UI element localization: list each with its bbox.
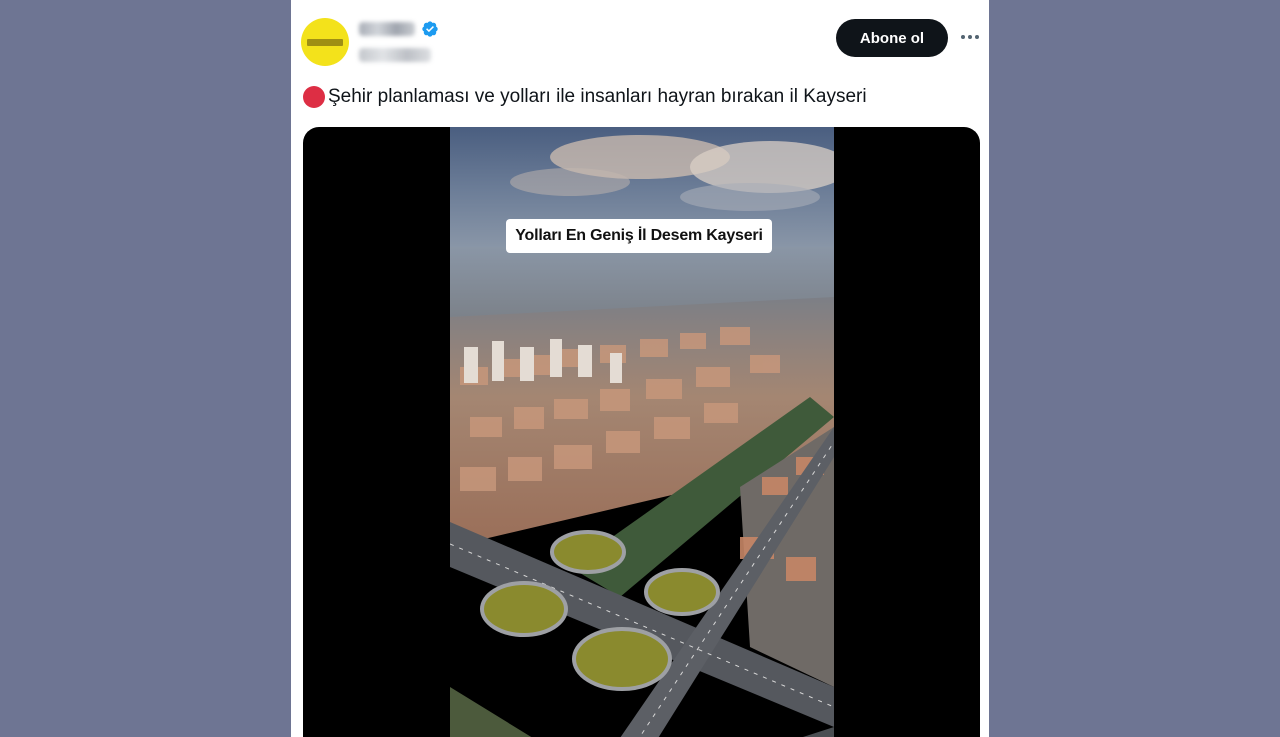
account-name-blurred[interactable] — [359, 22, 415, 36]
account-name-row[interactable] — [359, 20, 439, 38]
account-handle-blurred[interactable] — [359, 48, 431, 62]
video-overlay-caption: Yolları En Geniş İl Desem Kayseri — [506, 219, 772, 253]
verified-badge-icon — [422, 21, 438, 37]
red-circle-icon — [303, 86, 325, 108]
tweet-media[interactable]: Yolları En Geniş İl Desem Kayseri — [303, 127, 980, 737]
account-avatar[interactable] — [301, 18, 349, 66]
tweet-body: Şehir planlaması ve yolları ile insanlar… — [328, 86, 867, 107]
tweet-text: Şehir planlaması ve yolları ile insanlar… — [303, 86, 979, 108]
subscribe-button[interactable]: Abone ol — [836, 19, 948, 57]
video-player[interactable]: Yolları En Geniş İl Desem Kayseri — [450, 127, 834, 737]
tweet-card: Abone ol Şehir planlaması ve yolları ile… — [291, 0, 989, 737]
more-options-icon[interactable] — [959, 26, 981, 48]
brand-logo-icon — [307, 38, 343, 46]
